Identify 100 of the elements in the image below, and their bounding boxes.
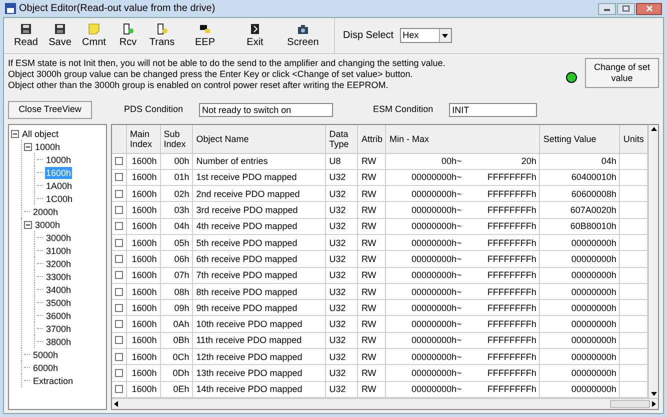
column-header[interactable]: Main Index (126, 125, 160, 153)
table-cell: 00000000h~ (386, 186, 465, 202)
tree-item[interactable]: 6000h (32, 362, 60, 374)
toolbar-button[interactable]: Exit (232, 18, 278, 53)
toolbar-button[interactable]: Screen (280, 18, 326, 53)
tree-item[interactable]: 3300h (45, 270, 72, 282)
tree-item[interactable]: 1C00h (45, 192, 74, 204)
expander-icon[interactable] (24, 220, 32, 228)
table-cell: 1600h (126, 316, 160, 332)
change-set-value-button[interactable]: Change of set value (585, 58, 659, 88)
scroll-down-icon[interactable] (650, 392, 656, 396)
column-header[interactable]: Sub Index (160, 125, 193, 153)
scroll-up-icon[interactable] (650, 127, 656, 131)
row-checkbox[interactable] (115, 369, 123, 377)
toolbar-button[interactable]: Cmnt (78, 18, 110, 53)
row-checkbox[interactable] (115, 254, 123, 263)
toolbar-button[interactable]: Rcv (112, 18, 144, 53)
table-cell: 1600h (126, 153, 160, 170)
row-checkbox[interactable] (115, 288, 123, 296)
row-checkbox[interactable] (115, 271, 123, 280)
minimize-icon (603, 6, 611, 10)
table-cell: 1600h (126, 202, 160, 218)
table-cell: 08h (160, 283, 193, 300)
tree-item[interactable]: 3600h (45, 310, 72, 322)
tree-item[interactable]: 3100h (45, 244, 72, 256)
row-checkbox[interactable] (115, 385, 123, 394)
table-cell: 00000000h (540, 300, 620, 316)
tree-item[interactable]: 1000h (45, 154, 72, 166)
tree-item[interactable]: All object (21, 128, 60, 140)
table-cell: 1600h (126, 348, 160, 365)
table-cell: 05h (160, 234, 193, 251)
table-cell: 02h (160, 186, 193, 202)
column-header[interactable]: Min - Max (386, 125, 540, 153)
pds-condition-label: PDS Condition (124, 103, 184, 116)
row-checkbox[interactable] (115, 238, 123, 247)
tree-item[interactable]: 3200h (45, 258, 72, 270)
table-cell: 04h (160, 218, 193, 234)
close-button[interactable] (636, 2, 662, 14)
table-cell: U32 (326, 234, 358, 251)
close-treeview-button[interactable]: Close TreeView (8, 101, 92, 119)
tree-item[interactable]: 2000h (32, 206, 60, 218)
row-checkbox[interactable] (115, 157, 123, 166)
column-header[interactable]: Attrib (358, 125, 386, 153)
row-checkbox[interactable] (115, 173, 123, 182)
scroll-right-icon[interactable] (652, 401, 656, 407)
table-cell: 00000000h (540, 364, 620, 382)
esm-condition-field: INIT (449, 103, 538, 117)
table-cell: U32 (326, 348, 358, 365)
tree-item[interactable]: 1A00h (45, 180, 74, 192)
table-cell: 0Ch (160, 348, 193, 365)
table-cell: 3rd receive PDO mapped (192, 202, 326, 218)
toolbar-button[interactable]: EEP (180, 18, 230, 53)
caret-icon (442, 34, 448, 38)
table-cell: FFFFFFFFh (464, 218, 540, 234)
table-cell: 00000000h~ (386, 250, 465, 268)
tree-item[interactable]: 3500h (45, 296, 72, 308)
disp-select-dropdown[interactable]: Hex (400, 28, 452, 43)
expander-icon[interactable] (24, 142, 32, 150)
camera-icon (297, 23, 309, 35)
row-checkbox[interactable] (115, 206, 123, 214)
tree-item[interactable]: 3000h (34, 218, 62, 230)
table-cell: U32 (326, 202, 358, 218)
row-checkbox[interactable] (115, 304, 123, 312)
table-cell: 0Bh (160, 332, 193, 349)
info-text: Object 3000h group value can be changed press the Enter Key or click <Change of set value> button. (8, 69, 414, 80)
row-checkbox[interactable] (115, 320, 123, 328)
row-checkbox[interactable] (115, 336, 123, 344)
table-cell: U32 (326, 250, 358, 268)
tree-item[interactable]: Extraction (32, 374, 74, 386)
horizontal-scrollbar[interactable] (112, 398, 658, 409)
column-header[interactable]: Object Name (192, 125, 326, 153)
chip-icon (199, 23, 211, 35)
row-checkbox[interactable] (115, 352, 123, 361)
table-cell: 60400010h (540, 169, 620, 186)
tree-item[interactable]: 3700h (45, 322, 72, 334)
table-cell: 8th receive PDO mapped (192, 283, 326, 300)
info-text: If ESM state is not Init then, you will not be able to do the send to the amplifier and changing the setting value. (8, 58, 446, 69)
expander-icon[interactable] (11, 130, 19, 138)
column-header[interactable]: Setting Value (540, 125, 620, 153)
row-checkbox[interactable] (115, 190, 123, 198)
table-cell: 00000000h (540, 234, 620, 251)
toolbar-button[interactable]: Read (10, 18, 42, 53)
toolbar-button[interactable]: Save (44, 18, 76, 53)
maximize-button[interactable] (617, 2, 635, 14)
tree-item[interactable]: 5000h (32, 348, 60, 360)
minimize-button[interactable] (598, 2, 616, 14)
tree-item[interactable]: 1000h (34, 140, 62, 152)
row-checkbox[interactable] (115, 222, 123, 230)
scroll-left-icon[interactable] (114, 401, 118, 407)
vertical-scrollbar[interactable] (648, 125, 658, 398)
tree-item[interactable]: 3000h (45, 232, 72, 244)
table-cell: U32 (326, 364, 358, 382)
table-cell: RW (358, 234, 386, 251)
tree-item[interactable]: 3800h (45, 336, 72, 348)
table-cell: RW (358, 218, 386, 234)
tree-item[interactable]: 3400h (45, 284, 72, 296)
toolbar-button[interactable]: Trans (146, 18, 178, 53)
column-header[interactable]: Data Type (326, 125, 358, 153)
scroll-thumb[interactable] (610, 400, 650, 408)
table-cell: 00000000h~ (386, 300, 465, 316)
